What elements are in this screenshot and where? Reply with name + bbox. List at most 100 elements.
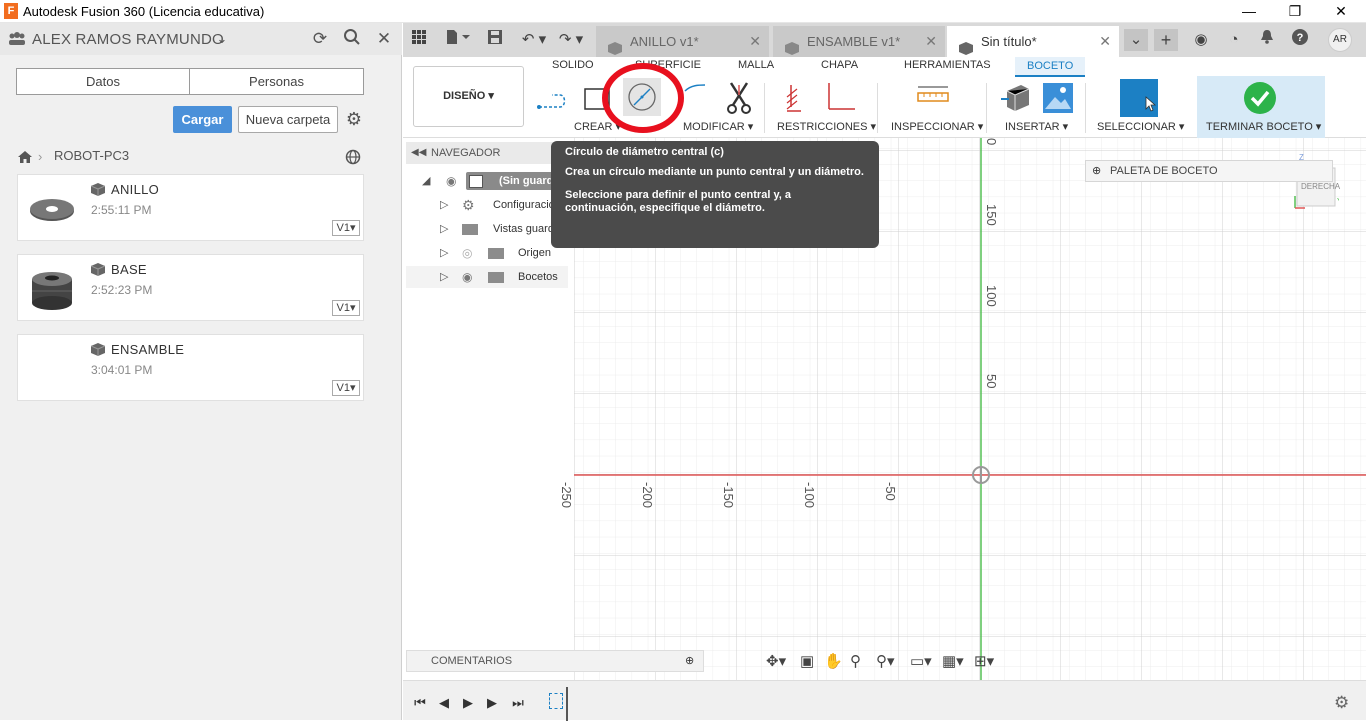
measure-icon[interactable] bbox=[916, 81, 950, 115]
expand-triangle-icon[interactable]: ▷ bbox=[440, 194, 448, 216]
grid-menu-icon[interactable] bbox=[407, 29, 431, 51]
play-icon[interactable]: ▶ bbox=[459, 694, 477, 712]
upload-button[interactable]: Cargar bbox=[173, 106, 232, 133]
team-icon bbox=[8, 32, 26, 46]
save-icon[interactable] bbox=[483, 29, 507, 51]
tab-sin-titulo[interactable]: Sin título* ✕ bbox=[947, 26, 1119, 57]
close-icon[interactable]: ✕ bbox=[373, 28, 395, 50]
insert-derive-icon[interactable] bbox=[999, 81, 1033, 115]
add-comment-icon[interactable]: ⊕ bbox=[685, 651, 694, 671]
select-icon[interactable] bbox=[1120, 79, 1158, 117]
new-tab-icon[interactable]: + bbox=[1154, 29, 1178, 51]
collapse-navigator-icon[interactable]: ◀◀ bbox=[411, 142, 426, 164]
navigator-title: NAVEGADOR bbox=[431, 147, 501, 159]
undo-icon[interactable]: ↶ ▾ bbox=[518, 29, 550, 51]
eye-icon[interactable]: ◉ bbox=[446, 170, 456, 192]
tab-datos[interactable]: Datos bbox=[16, 68, 190, 95]
step-forward-icon[interactable]: ▶ bbox=[483, 694, 501, 712]
nav-item-configuracion[interactable]: ▷ ⚙ Configuración bbox=[406, 194, 574, 216]
collapse-triangle-icon[interactable]: ◢ bbox=[422, 170, 430, 192]
finish-sketch-check-icon[interactable] bbox=[1243, 81, 1277, 115]
file-menu-icon[interactable] bbox=[443, 29, 473, 51]
nav-root[interactable]: ◢ ◉ (Sin guardar) bbox=[406, 170, 574, 192]
file-card-ensamble[interactable]: ENSAMBLE 3:04:01 PM V1▾ bbox=[17, 334, 364, 401]
nav-item-vistas[interactable]: ▷ Vistas guardadas bbox=[406, 218, 574, 240]
version-dropdown[interactable]: V1▾ bbox=[332, 300, 360, 316]
expand-triangle-icon[interactable]: ▷ bbox=[440, 242, 448, 264]
tab-solido[interactable]: SOLIDO bbox=[552, 59, 594, 71]
file-card-anillo[interactable]: ANILLO 2:55:11 PM V1▾ bbox=[17, 174, 364, 241]
tab-boceto[interactable]: BOCETO bbox=[1015, 57, 1086, 77]
workspace-selector[interactable]: DISEÑO ▾ bbox=[413, 66, 524, 127]
notifications-icon[interactable] bbox=[1255, 29, 1279, 51]
nav-item-origen[interactable]: ▷ ◎ Origen bbox=[406, 242, 574, 264]
go-to-end-icon[interactable]: ⏭ bbox=[509, 694, 527, 712]
sketch-palette[interactable]: ⊕ PALETA DE BOCETO bbox=[1085, 160, 1333, 182]
eye-hidden-icon[interactable]: ◎ bbox=[462, 242, 472, 264]
display-settings-icon[interactable]: ▭▾ bbox=[910, 652, 932, 670]
job-status-icon[interactable]: ◔ bbox=[1222, 29, 1246, 51]
timeline-marker[interactable] bbox=[566, 687, 568, 721]
group-modificar[interactable]: MODIFICAR ▾ bbox=[683, 120, 753, 133]
step-back-icon[interactable]: ◀ bbox=[435, 694, 453, 712]
minimize-button[interactable]: — bbox=[1226, 0, 1272, 23]
svg-text:?: ? bbox=[1297, 32, 1304, 44]
help-icon[interactable]: ? bbox=[1288, 29, 1312, 51]
tab-malla[interactable]: MALLA bbox=[738, 59, 774, 71]
globe-icon[interactable] bbox=[345, 149, 361, 165]
nav-item-bocetos[interactable]: ▷ ◉ Bocetos bbox=[406, 266, 568, 288]
expand-triangle-icon[interactable]: ▷ bbox=[440, 218, 448, 240]
redo-icon[interactable]: ↷ ▾ bbox=[555, 29, 587, 51]
line-tool-icon[interactable] bbox=[536, 81, 570, 115]
go-to-start-icon[interactable]: ⏮ bbox=[411, 694, 429, 712]
avatar[interactable]: AR bbox=[1328, 28, 1352, 52]
look-at-icon[interactable]: ▣ bbox=[800, 652, 814, 670]
version-dropdown[interactable]: V1▾ bbox=[332, 380, 360, 396]
maximize-button[interactable]: ❐ bbox=[1272, 0, 1318, 23]
group-inspeccionar[interactable]: INSPECCIONAR ▾ bbox=[891, 120, 983, 133]
group-insertar[interactable]: INSERTAR ▾ bbox=[1005, 120, 1068, 133]
timeline-gear-icon[interactable]: ⚙ bbox=[1334, 693, 1349, 713]
insert-canvas-icon[interactable] bbox=[1041, 81, 1075, 115]
tab-ensamble[interactable]: ENSAMBLE v1* ✕ bbox=[773, 26, 945, 57]
close-window-button[interactable]: ✕ bbox=[1318, 0, 1364, 23]
chevron-down-icon[interactable]: ⌄ bbox=[211, 28, 233, 50]
arc-tool-icon[interactable] bbox=[683, 81, 717, 115]
group-seleccionar[interactable]: SELECCIONAR ▾ bbox=[1097, 120, 1184, 133]
group-restricciones[interactable]: RESTRICCIONES ▾ bbox=[777, 120, 876, 133]
expand-triangle-icon[interactable]: ▷ bbox=[440, 266, 448, 288]
perpendicular-constraint-icon[interactable] bbox=[823, 81, 857, 115]
pan-hand-icon[interactable]: ✋ bbox=[824, 652, 843, 670]
file-card-base[interactable]: BASE 2:52:23 PM V1▾ bbox=[17, 254, 364, 321]
close-tab-icon[interactable]: ✕ bbox=[749, 26, 761, 57]
grid-settings-icon[interactable]: ▦▾ bbox=[942, 652, 964, 670]
tab-chapa[interactable]: CHAPA bbox=[821, 59, 858, 71]
navigator-header[interactable]: ◀◀ NAVEGADOR bbox=[406, 142, 574, 164]
extensions-icon[interactable]: ◉ bbox=[1189, 29, 1213, 51]
parallel-constraint-icon[interactable] bbox=[783, 81, 817, 115]
eye-icon[interactable]: ◉ bbox=[462, 266, 472, 288]
home-icon[interactable] bbox=[17, 150, 33, 164]
close-tab-icon[interactable]: ✕ bbox=[1099, 26, 1111, 57]
expand-plus-icon[interactable]: ⊕ bbox=[1092, 161, 1101, 181]
zoom-icon[interactable]: ⚲ bbox=[850, 652, 861, 670]
group-terminar-boceto[interactable]: TERMINAR BOCETO ▾ bbox=[1206, 120, 1321, 133]
orbit-icon[interactable]: ✥▾ bbox=[766, 652, 786, 670]
search-icon[interactable] bbox=[341, 28, 363, 50]
fit-icon[interactable]: ⚲▾ bbox=[876, 652, 895, 670]
new-folder-button[interactable]: Nueva carpeta bbox=[238, 106, 338, 133]
version-dropdown[interactable]: V1▾ bbox=[332, 220, 360, 236]
sketch-feature-icon[interactable] bbox=[549, 693, 563, 709]
tab-herramientas[interactable]: HERRAMIENTAS bbox=[904, 59, 991, 71]
trim-scissors-icon[interactable] bbox=[723, 81, 757, 115]
breadcrumb[interactable]: ROBOT-PC3 bbox=[54, 148, 129, 163]
tab-overflow-icon[interactable]: ⌄ bbox=[1124, 29, 1148, 51]
gear-icon[interactable]: ⚙ bbox=[343, 108, 365, 130]
nav-item-label: Vistas guardadas bbox=[493, 223, 553, 235]
close-tab-icon[interactable]: ✕ bbox=[925, 26, 937, 57]
viewports-icon[interactable]: ⊞▾ bbox=[974, 652, 994, 670]
refresh-icon[interactable]: ⟳ bbox=[309, 28, 331, 50]
comments-panel[interactable]: COMENTARIOS ⊕ bbox=[406, 650, 704, 672]
tab-personas[interactable]: Personas bbox=[189, 68, 364, 95]
tab-anillo[interactable]: ANILLO v1* ✕ bbox=[596, 26, 769, 57]
